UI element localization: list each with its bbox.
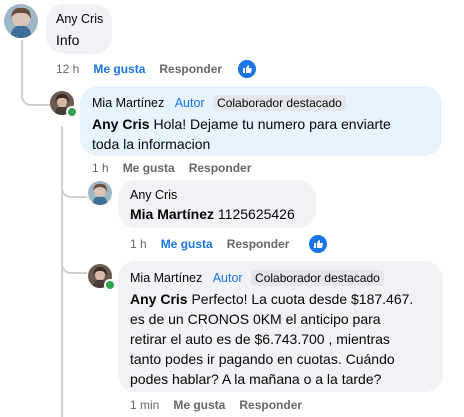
thread-connector-reply-1 [21, 80, 51, 106]
like-button[interactable]: Me gusta [173, 398, 225, 412]
like-reaction-icon[interactable] [307, 233, 329, 255]
avatar-any-cris[interactable] [88, 181, 112, 205]
author-role: Autor [212, 271, 243, 285]
status-badge: Colaborador destacado [251, 270, 384, 286]
mention-link[interactable]: Any Cris [130, 291, 188, 307]
online-status-dot [104, 279, 116, 291]
comment-actions-3: 1 h Me gusta Responder [130, 237, 289, 251]
reply-button[interactable]: Responder [189, 161, 252, 175]
comment-text: Any Cris Hola! Dejame tu numero para env… [92, 116, 391, 152]
comment-bubble-4: Mia Martínez Autor Colaborador destacado… [118, 261, 443, 392]
comment-actions-1: 12 h Me gusta Responder [56, 62, 222, 76]
comment-actions-4: 1 min Me gusta Responder [130, 398, 302, 412]
comment-text: Mia Martínez 1125625426 [130, 206, 295, 222]
reply-button[interactable]: Responder [159, 62, 222, 76]
comment-author[interactable]: Mia Martínez [130, 271, 202, 285]
comment-author[interactable]: Mia Martínez [92, 96, 164, 110]
comment-text: Any Cris Perfecto! La cuota desde $187.4… [130, 291, 414, 387]
comment-actions-2: 1 h Me gusta Responder [92, 161, 251, 175]
like-button[interactable]: Me gusta [161, 237, 213, 251]
mention-link[interactable]: Any Cris [92, 116, 150, 132]
online-status-dot [66, 106, 78, 118]
comment-bubble-3: Any Cris Mia Martínez 1125625426 [118, 180, 316, 228]
comment-header: Mia Martínez Autor Colaborador destacado [130, 269, 384, 287]
comment-time[interactable]: 1 h [92, 161, 109, 175]
comment-time[interactable]: 1 min [130, 398, 159, 412]
avatar-any-cris[interactable] [4, 4, 38, 38]
comment-bubble-1: Any Cris Info [46, 4, 112, 54]
thread-connector-reply-3 [61, 252, 87, 274]
comment-text: Info [56, 32, 80, 48]
comment-author[interactable]: Any Cris [56, 12, 103, 26]
author-role: Autor [174, 96, 205, 110]
comment-time[interactable]: 12 h [56, 62, 79, 76]
comment-author[interactable]: Any Cris [130, 188, 177, 202]
thread-connector-reply-2 [61, 176, 87, 198]
like-button[interactable]: Me gusta [93, 62, 145, 76]
like-reaction-icon[interactable] [236, 58, 258, 80]
thread-line-nested [61, 126, 63, 417]
comment-time[interactable]: 1 h [130, 237, 147, 251]
status-badge: Colaborador destacado [213, 95, 346, 111]
comment-bubble-2: Mia Martínez Autor Colaborador destacado… [80, 86, 442, 156]
comment-header: Mia Martínez Autor Colaborador destacado [92, 94, 346, 112]
like-button[interactable]: Me gusta [123, 161, 175, 175]
reply-button[interactable]: Responder [227, 237, 290, 251]
reply-button[interactable]: Responder [239, 398, 302, 412]
mention-link[interactable]: Mia Martínez [130, 206, 214, 222]
